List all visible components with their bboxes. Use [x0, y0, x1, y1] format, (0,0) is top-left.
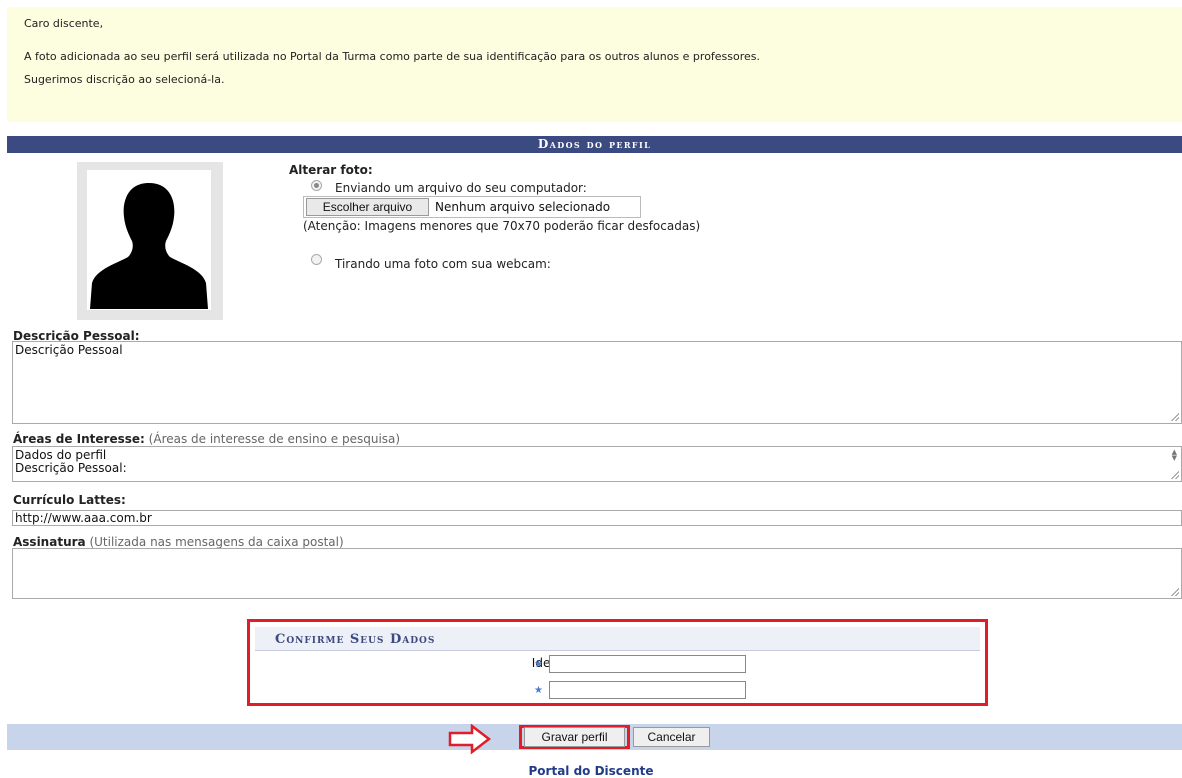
resize-handle-icon[interactable] [1171, 588, 1179, 596]
choose-file-button[interactable]: Escolher arquivo [306, 198, 429, 216]
password-input[interactable] [549, 681, 746, 699]
confirm-data-title: Confirme Seus Dados [255, 627, 980, 651]
lattes-input[interactable]: http://www.aaa.com.br [12, 510, 1182, 526]
confirm-data-panel: Confirme Seus Dados Identidade(RG): ★ Se… [247, 619, 988, 706]
change-photo-label: Alterar foto: [289, 163, 373, 177]
avatar-silhouette-icon [87, 170, 211, 310]
notice-line-1: A foto adicionada ao seu perfil será uti… [24, 50, 761, 63]
save-profile-button[interactable]: Gravar perfil [524, 727, 625, 747]
notice-greeting: Caro discente, [24, 17, 104, 30]
info-notice: Caro discente, A foto adicionada ao seu … [7, 7, 1182, 122]
rg-input[interactable] [549, 655, 746, 673]
file-input[interactable]: Escolher arquivo Nenhum arquivo selecion… [303, 196, 641, 218]
interest-areas-line-1: Dados do perfil [15, 448, 107, 462]
portal-discente-link[interactable]: Portal do Discente [0, 764, 1182, 778]
lattes-label: Currículo Lattes: [13, 493, 126, 507]
signature-label: Assinatura (Utilizada nas mensagens da c… [13, 535, 344, 549]
personal-description-textarea[interactable]: Descrição Pessoal [12, 341, 1182, 424]
required-star-icon: ★ [534, 659, 543, 670]
file-status-text: Nenhum arquivo selecionado [435, 200, 611, 214]
image-size-warning: (Atenção: Imagens menores que 70x70 pode… [303, 219, 701, 233]
personal-description-value: Descrição Pessoal [15, 343, 123, 357]
resize-handle-icon[interactable] [1171, 471, 1179, 479]
interest-areas-label: Áreas de Interesse: (Áreas de interesse … [13, 432, 401, 446]
section-caption-profile: Dados do perfil [7, 136, 1182, 153]
interest-areas-textarea[interactable]: Dados do perfil Descrição Pessoal: ▲ ▼ [12, 446, 1182, 482]
upload-option-label[interactable]: Enviando um arquivo do seu computador: [335, 181, 587, 195]
webcam-option-label[interactable]: Tirando uma foto com sua webcam: [335, 257, 551, 271]
cancel-button[interactable]: Cancelar [633, 727, 710, 747]
signature-textarea[interactable] [12, 548, 1182, 599]
webcam-option-radio[interactable] [311, 254, 322, 265]
resize-handle-icon[interactable] [1171, 413, 1179, 421]
profile-photo [77, 162, 223, 320]
interest-areas-line-2: Descrição Pessoal: [15, 461, 127, 475]
upload-option-radio[interactable] [311, 180, 322, 191]
notice-line-2: Sugerimos discrição ao selecioná-la. [24, 73, 225, 86]
signature-hint: (Utilizada nas mensagens da caixa postal… [89, 535, 344, 549]
required-star-icon: ★ [534, 685, 543, 696]
pointer-arrow-icon [448, 724, 492, 754]
scroll-arrows-icon[interactable]: ▲ ▼ [1172, 449, 1177, 462]
interest-areas-hint: (Áreas de interesse de ensino e pesquisa… [148, 432, 401, 446]
